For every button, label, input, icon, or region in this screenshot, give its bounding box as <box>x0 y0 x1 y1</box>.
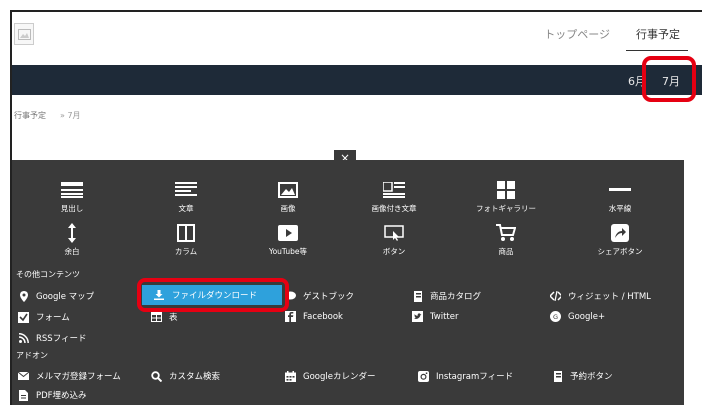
block-horizontal-rule[interactable]: 水平線 <box>580 180 660 214</box>
map-pin-icon <box>19 290 28 302</box>
block-image-label: 画像 <box>280 204 296 213</box>
item-facebook-label: Facebook <box>303 311 343 322</box>
add-content-panel: 見出し 文章 画像 画像付き文章 フォトギャラリー 水平線 余白 カラム You… <box>12 160 684 405</box>
block-youtube[interactable]: YouTube等 <box>248 223 328 257</box>
play-icon <box>278 225 298 241</box>
envelope-icon <box>18 372 29 380</box>
addon-google-calendar[interactable]: Googleカレンダー <box>285 370 375 382</box>
item-rss-feed-label: RSSフィード <box>36 334 87 344</box>
addon-custom-search-label: カスタム検索 <box>169 372 221 382</box>
addon-instagram-feed[interactable]: Instagramフィード <box>418 370 513 382</box>
breadcrumb: 行事予定 » 7月 <box>14 110 81 121</box>
button-cursor-icon <box>384 225 404 241</box>
horizontal-rule-icon <box>609 188 631 191</box>
instagram-icon <box>418 370 429 382</box>
block-horizontal-rule-label: 水平線 <box>608 204 632 213</box>
block-text[interactable]: 文章 <box>146 180 226 214</box>
highlight-ring-download <box>137 278 289 312</box>
item-guestbook-label: ゲストブック <box>303 292 355 302</box>
addon-google-calendar-label: Googleカレンダー <box>303 372 376 382</box>
site-logo[interactable] <box>14 23 34 45</box>
vertical-arrows-icon <box>68 223 76 243</box>
breadcrumb-root[interactable]: 行事予定 <box>14 111 46 120</box>
block-spacer[interactable]: 余白 <box>32 223 112 257</box>
breadcrumb-current: » 7月 <box>60 111 81 120</box>
cart-icon <box>496 224 516 241</box>
block-photo-gallery-label: フォトギャラリー <box>476 204 536 213</box>
item-widget-html[interactable]: ウィジェット / HTML <box>550 290 651 302</box>
item-rss-feed[interactable]: RSSフィード <box>18 332 87 344</box>
svg-text:G: G <box>553 313 558 321</box>
item-form-label: フォーム <box>36 313 70 323</box>
addons-label: アドオン <box>16 351 48 360</box>
item-product-catalog-label: 商品カタログ <box>430 292 482 302</box>
addon-instagram-feed-label: Instagramフィード <box>436 372 514 382</box>
block-product-label: 商品 <box>498 247 514 256</box>
book-icon <box>553 370 562 382</box>
item-google-map-label: Google マップ <box>36 292 95 302</box>
calendar-icon <box>285 370 296 382</box>
other-contents-label: その他コンテンツ <box>16 270 80 279</box>
block-text-label: 文章 <box>178 204 194 213</box>
search-icon <box>151 370 162 382</box>
item-twitter[interactable]: Twitter <box>412 311 459 322</box>
block-columns[interactable]: カラム <box>146 223 226 257</box>
item-product-catalog[interactable]: 商品カタログ <box>412 290 481 302</box>
block-share-button-label: シェアボタン <box>597 247 643 256</box>
nav-events[interactable]: 行事予定 <box>626 24 688 51</box>
checkbox-icon <box>18 311 29 323</box>
month-navbar: 6月 7月 <box>12 65 702 95</box>
gallery-icon <box>497 181 515 199</box>
addon-reservation-button[interactable]: 予約ボタン <box>552 370 613 382</box>
addon-reservation-button-label: 予約ボタン <box>570 372 613 382</box>
heading-icon <box>61 182 83 198</box>
item-table[interactable]: 表 <box>151 311 178 323</box>
block-button-label: ボタン <box>382 247 406 256</box>
image-icon <box>18 29 31 40</box>
item-guestbook[interactable]: ゲストブック <box>285 290 354 302</box>
google-plus-icon: G <box>550 311 561 322</box>
columns-icon <box>177 224 195 242</box>
addon-pdf-embed[interactable]: PDF埋め込み <box>18 389 87 401</box>
block-image[interactable]: 画像 <box>248 180 328 214</box>
block-photo-gallery[interactable]: フォトギャラリー <box>466 180 546 214</box>
block-heading-label: 見出し <box>60 204 84 213</box>
block-share-button[interactable]: シェアボタン <box>580 223 660 257</box>
item-form[interactable]: フォーム <box>18 311 70 323</box>
editor-frame: トップページ 行事予定 6月 7月 行事予定» 7月 × 見出し 文章 画像 画… <box>10 10 702 405</box>
item-google-plus-label: Google+ <box>568 311 606 322</box>
twitter-icon <box>412 311 423 322</box>
block-image-text-label: 画像付き文章 <box>371 204 417 213</box>
item-facebook[interactable]: Facebook <box>285 311 343 322</box>
addon-pdf-embed-label: PDF埋め込み <box>36 391 87 401</box>
addon-custom-search[interactable]: カスタム検索 <box>151 370 220 382</box>
share-icon <box>611 224 629 242</box>
block-button[interactable]: ボタン <box>354 223 434 257</box>
block-spacer-label: 余白 <box>64 247 80 256</box>
book-icon <box>413 290 422 302</box>
text-icon <box>175 182 197 196</box>
document-icon <box>19 389 28 401</box>
item-twitter-label: Twitter <box>430 311 459 322</box>
block-product[interactable]: 商品 <box>466 223 546 257</box>
code-icon <box>550 291 561 301</box>
block-heading[interactable]: 見出し <box>32 180 112 214</box>
item-google-plus[interactable]: G Google+ <box>550 311 605 322</box>
nav-top-page[interactable]: トップページ <box>544 24 610 51</box>
highlight-ring-july <box>642 56 696 102</box>
item-google-map[interactable]: Google マップ <box>18 290 94 302</box>
block-image-text[interactable]: 画像付き文章 <box>354 180 434 214</box>
block-columns-label: カラム <box>174 247 198 256</box>
addon-newsletter-form[interactable]: メルマガ登録フォーム <box>18 370 121 382</box>
image-icon <box>278 182 298 198</box>
item-widget-html-label: ウィジェット / HTML <box>568 292 651 302</box>
table-icon <box>151 312 162 322</box>
facebook-icon <box>285 311 296 322</box>
top-navigation: トップページ 行事予定 <box>544 24 688 51</box>
block-youtube-label: YouTube等 <box>269 247 307 256</box>
addon-newsletter-form-label: メルマガ登録フォーム <box>36 372 121 382</box>
image-text-icon <box>383 182 405 198</box>
rss-icon <box>18 333 29 343</box>
item-table-label: 表 <box>169 313 178 323</box>
